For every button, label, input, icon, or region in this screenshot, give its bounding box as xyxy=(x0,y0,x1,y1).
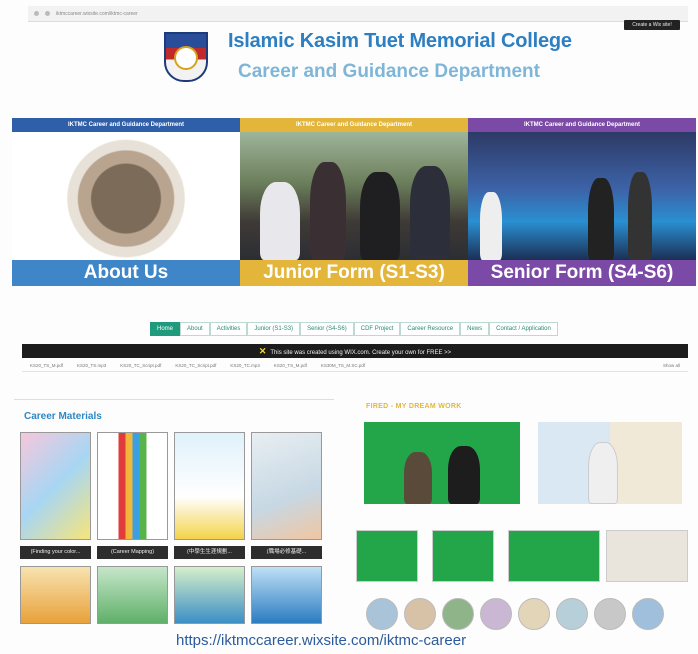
profile-circle[interactable] xyxy=(556,598,588,630)
material-book-cover[interactable] xyxy=(20,566,91,624)
panel-title: IKTMC Career and Guidance Department xyxy=(12,118,240,132)
trampoline-photo xyxy=(468,132,696,260)
download-item[interactable]: KS20_TS_M.pdf xyxy=(274,363,307,368)
panel-title: IKTMC Career and Guidance Department xyxy=(240,118,468,132)
main-nav: Home About Activities Junior (S1-S3) Sen… xyxy=(150,322,558,336)
students-photo xyxy=(240,132,468,260)
address-text[interactable]: iktmccareer.wixsite.com/iktmc-career xyxy=(56,11,138,17)
photo-collage-image xyxy=(12,132,240,260)
nav-about[interactable]: About xyxy=(180,322,210,336)
download-item[interactable]: KS20_TS_M.pdf xyxy=(30,363,63,368)
activity-thumbnail[interactable] xyxy=(356,530,418,582)
video-thumbnail[interactable] xyxy=(364,422,520,504)
back-icon[interactable] xyxy=(34,11,39,16)
nav-career-resource[interactable]: Career Resource xyxy=(400,322,461,336)
material-caption[interactable]: (職場必修基礎... xyxy=(251,546,322,559)
material-book-cover[interactable] xyxy=(251,432,322,540)
nav-home[interactable]: Home xyxy=(150,322,181,336)
nav-senior[interactable]: Senior (S4-S6) xyxy=(300,322,354,336)
downloads-bar: KS20_TS_M.pdf KS20_TS.mp3 KS20_TC_Script… xyxy=(22,360,688,372)
nav-contact[interactable]: Contact / Application xyxy=(489,322,558,336)
senior-form-button[interactable]: Senior Form (S4-S6) xyxy=(468,260,696,286)
junior-panel[interactable]: IKTMC Career and Guidance Department Jun… xyxy=(240,118,468,286)
material-book-cover[interactable] xyxy=(97,566,168,624)
nav-cdf-project[interactable]: CDF Project xyxy=(353,322,401,336)
download-item[interactable]: KS20_TC_Script.pdf xyxy=(120,363,161,368)
panel-title: IKTMC Career and Guidance Department xyxy=(468,118,696,132)
wix-badge[interactable]: Create a Wix site! xyxy=(624,20,680,30)
profile-circle[interactable] xyxy=(404,598,436,630)
wix-star-icon: ✕ xyxy=(258,346,267,356)
download-item[interactable]: KS30M_TS_M.SC.pdf xyxy=(321,363,365,368)
profile-circle[interactable] xyxy=(594,598,626,630)
download-item[interactable]: KS20_TC_Script.pdf xyxy=(175,363,216,368)
profile-circle[interactable] xyxy=(366,598,398,630)
college-logo xyxy=(164,32,208,82)
browser-address-bar[interactable]: iktmccareer.wixsite.com/iktmc-career xyxy=(28,6,688,22)
material-caption[interactable]: (Career Mapping) xyxy=(97,546,168,559)
material-book-cover[interactable] xyxy=(20,432,91,540)
activity-thumbnail[interactable] xyxy=(508,530,600,582)
fired-section-title: FIRED - MY DREAM WORK xyxy=(366,403,462,410)
nav-activities[interactable]: Activities xyxy=(209,322,248,336)
material-book-cover[interactable] xyxy=(251,566,322,624)
material-caption[interactable]: (中學生生涯規劃... xyxy=(174,546,245,559)
about-panel[interactable]: IKTMC Career and Guidance Department Abo… xyxy=(12,118,240,286)
page: iktmccareer.wixsite.com/iktmc-career Cre… xyxy=(0,0,698,654)
site-url: https://iktmccareer.wixsite.com/iktmc-ca… xyxy=(176,632,467,649)
show-all-downloads[interactable]: Show all xyxy=(663,363,680,368)
college-name: Islamic Kasim Tuet Memorial College xyxy=(228,30,572,52)
department-name: Career and Guidance Department xyxy=(238,61,540,82)
material-caption[interactable]: (Finding your color... xyxy=(20,546,91,559)
profile-circle[interactable] xyxy=(442,598,474,630)
junior-form-button[interactable]: Junior Form (S1-S3) xyxy=(240,260,468,286)
divider xyxy=(14,399,334,400)
crest-icon xyxy=(174,46,198,70)
wix-banner[interactable]: ✕ This site was created using WIX.com. Cr… xyxy=(22,344,688,358)
profile-circle[interactable] xyxy=(518,598,550,630)
profile-circle[interactable] xyxy=(632,598,664,630)
material-book-cover[interactable] xyxy=(97,432,168,540)
video-thumbnail[interactable] xyxy=(538,422,682,504)
reload-icon[interactable] xyxy=(45,11,50,16)
activity-thumbnail[interactable] xyxy=(432,530,494,582)
profile-circle[interactable] xyxy=(480,598,512,630)
nav-news[interactable]: News xyxy=(460,322,490,336)
activity-thumbnail[interactable] xyxy=(606,530,688,582)
wix-banner-text: This site was created using WIX.com. Cre… xyxy=(270,350,452,356)
download-item[interactable]: KS20_TS.mp3 xyxy=(77,363,106,368)
material-book-cover[interactable] xyxy=(174,432,245,540)
senior-panel[interactable]: IKTMC Career and Guidance Department Sen… xyxy=(468,118,696,286)
material-book-cover[interactable] xyxy=(174,566,245,624)
career-materials-title: Career Materials xyxy=(24,411,102,422)
about-us-button[interactable]: About Us xyxy=(12,260,240,286)
download-item[interactable]: KS20_TC.mp3 xyxy=(230,363,260,368)
nav-junior[interactable]: Junior (S1-S3) xyxy=(247,322,301,336)
